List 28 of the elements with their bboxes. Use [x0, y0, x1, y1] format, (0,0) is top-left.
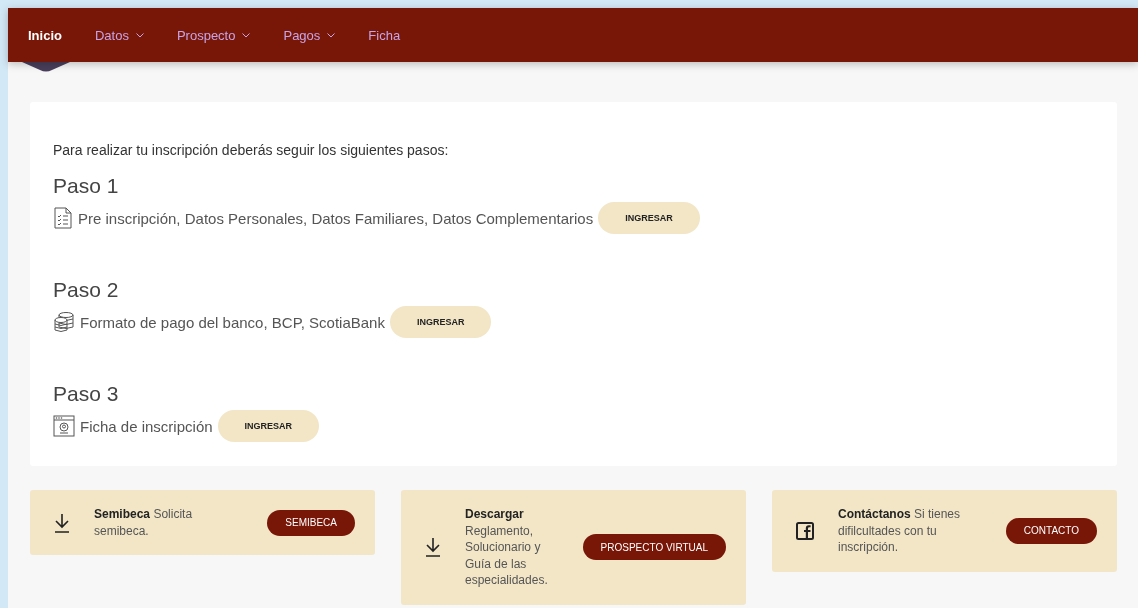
intro-text: Para realizar tu inscripción deberás seguir los siguientes pasos: [53, 142, 450, 158]
step-title: Paso 2 [53, 278, 120, 302]
browser-window-icon [53, 415, 75, 437]
step-title: Paso 1 [53, 174, 120, 198]
step-description: Ficha de inscripción [80, 417, 213, 435]
facebook-icon [796, 521, 814, 540]
ingresar-button[interactable]: INGRESAR [389, 306, 492, 338]
download-icon [54, 512, 70, 533]
step-title: Paso 3 [53, 382, 120, 406]
nav-link[interactable]: Datos [94, 27, 144, 43]
checklist-icon [53, 207, 73, 229]
card-button[interactable]: PROSPECTO VIRTUAL [582, 534, 726, 561]
ingresar-button[interactable]: INGRESAR [598, 202, 700, 234]
card-description: Contáctanos Si tienes difilcultades con tu inscripción. [838, 506, 962, 556]
nav-link[interactable]: Pagos [283, 27, 336, 43]
card-description: Descargar Reglamento, Solucionario y Guía de las especialidades. [465, 506, 549, 589]
coins-icon [53, 311, 75, 333]
step-description: Pre inscripción, Datos Personales, Datos Familiares, Datos Complementarios [78, 209, 594, 227]
ingresar-button[interactable]: INGRESAR [217, 410, 320, 442]
card-description: Semibeca Solicita semibeca. [94, 506, 194, 539]
nav-link[interactable]: Ficha [368, 27, 401, 43]
step-description: Formato de pago del banco, BCP, ScotiaBank [80, 313, 385, 331]
nav-link[interactable]: Prospecto [176, 27, 251, 43]
notch-shape [22, 62, 70, 72]
download-icon [425, 537, 441, 558]
card-button[interactable]: SEMIBECA [267, 509, 355, 536]
card-button[interactable]: CONTACTO [1005, 517, 1097, 544]
nav-link[interactable]: Inicio [28, 27, 62, 43]
